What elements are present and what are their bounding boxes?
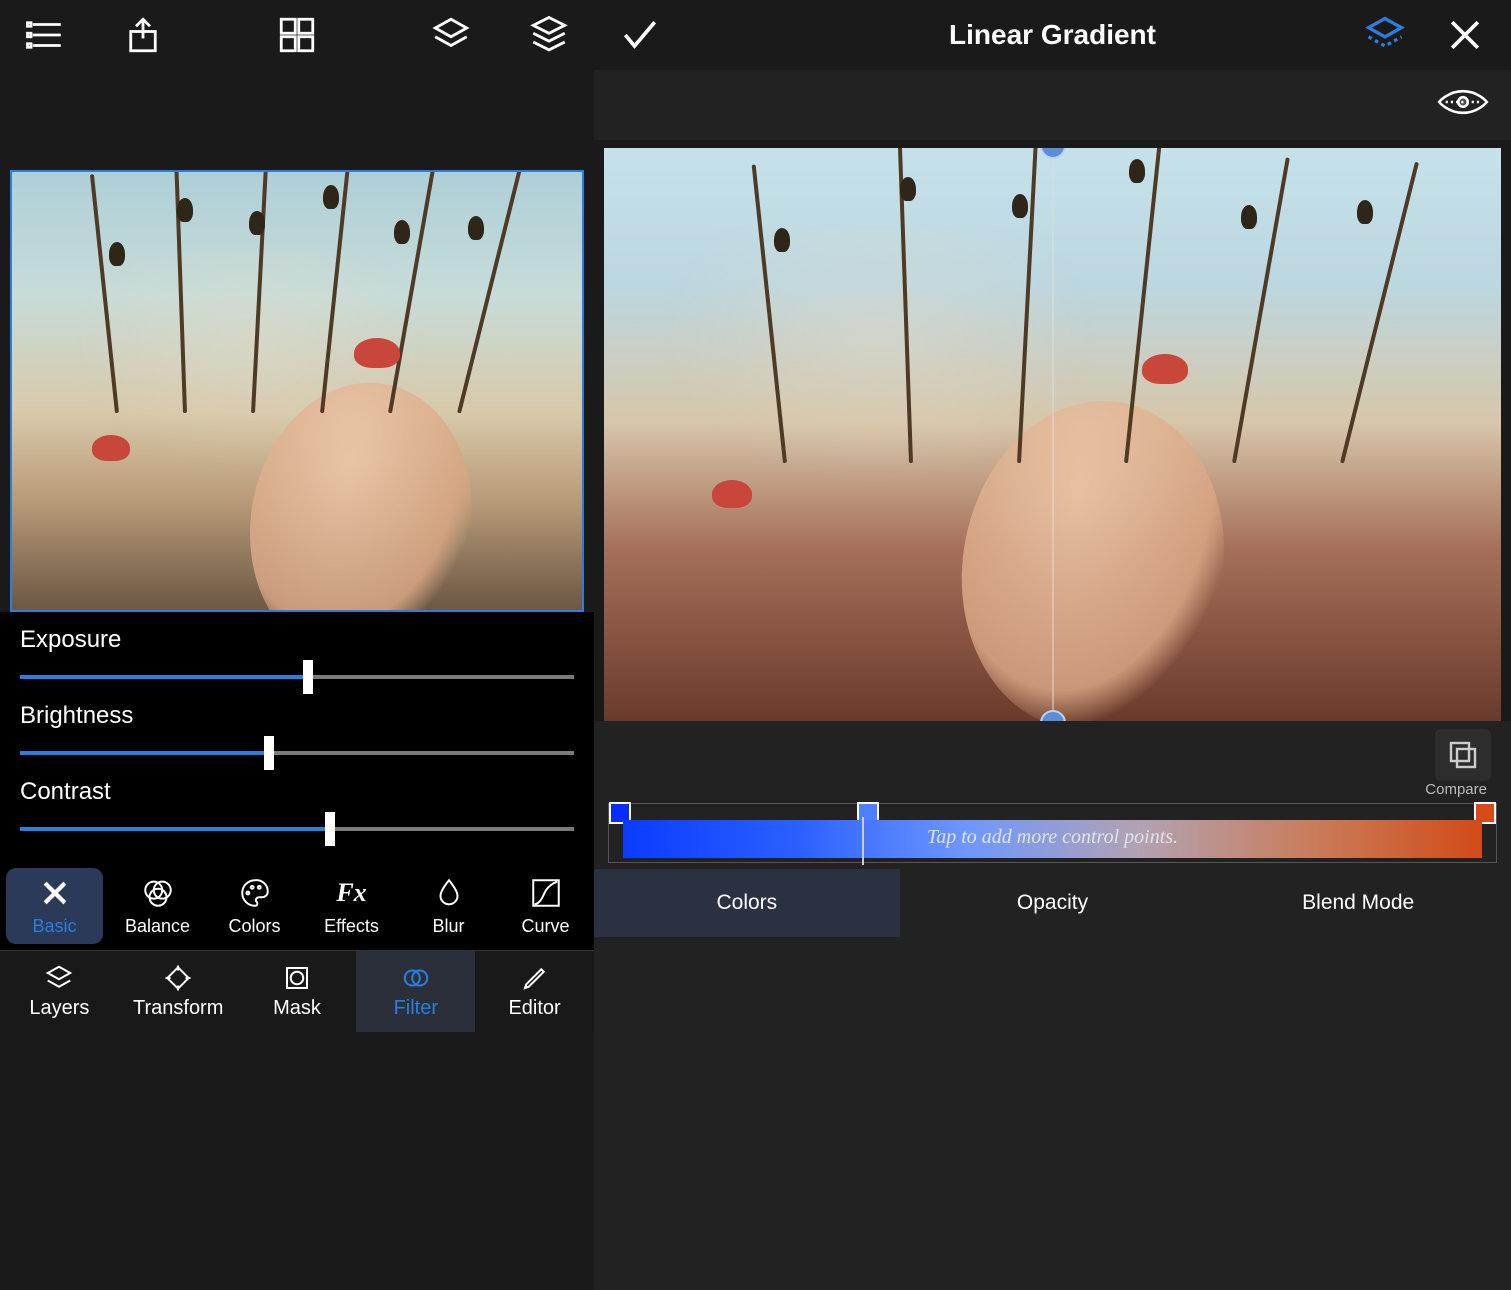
rtab-label: Colors (716, 891, 777, 915)
right-toolbar: Linear Gradient (594, 0, 1511, 70)
layers-icon (44, 963, 74, 993)
gradient-canvas[interactable] (604, 148, 1501, 721)
tab-layers[interactable]: Layers (0, 951, 119, 1032)
tab-opacity[interactable]: Opacity (900, 869, 1206, 937)
image-canvas[interactable] (10, 170, 584, 612)
left-toolbar (0, 0, 594, 70)
visibility-eye-icon[interactable] (1437, 80, 1489, 124)
pencil-icon (520, 963, 550, 993)
filter-category-tabs: Basic Balance Colors Fx Effects Blur Cur… (0, 862, 594, 950)
filter-tab-basic[interactable]: Basic (6, 868, 103, 944)
compare-area (594, 721, 1511, 783)
gradient-hint-text: Tap to add more control points. (609, 826, 1496, 849)
close-x-icon (38, 876, 72, 910)
transform-icon (163, 963, 193, 993)
grid-icon[interactable] (276, 13, 318, 57)
main-bottom-tabs: Layers Transform Mask Filter Editor (0, 950, 594, 1032)
filter-tab-colors[interactable]: Colors (206, 862, 303, 950)
slider-label: Exposure (20, 626, 574, 654)
gradient-property-tabs: Colors Opacity Blend Mode (594, 869, 1511, 937)
tab-blend-mode[interactable]: Blend Mode (1205, 869, 1511, 937)
filter-tab-label: Balance (125, 916, 190, 937)
gradient-strip-editor: Tap to add more control points. (594, 799, 1511, 869)
visibility-row (594, 70, 1511, 140)
layer-stack-multi-icon[interactable] (528, 13, 570, 57)
tab-editor[interactable]: Editor (475, 951, 594, 1032)
balance-icon (141, 876, 175, 910)
rtab-label: Blend Mode (1302, 891, 1414, 915)
exposure-slider[interactable] (20, 664, 574, 690)
tab-label: Layers (29, 997, 89, 1020)
tab-label: Mask (273, 997, 321, 1020)
sliders-panel: Exposure Brightness Contrast (0, 612, 594, 862)
gradient-axis-line[interactable] (1052, 148, 1053, 721)
slider-exposure: Exposure (20, 626, 574, 690)
filter-tab-curve[interactable]: Curve (497, 862, 594, 950)
compare-button[interactable] (1435, 729, 1491, 781)
palette-icon (238, 876, 272, 910)
layer-stack-blue-icon[interactable] (1363, 13, 1407, 57)
list-icon[interactable] (24, 13, 66, 57)
share-icon[interactable] (122, 13, 164, 57)
tab-transform[interactable]: Transform (119, 951, 238, 1032)
rtab-label: Opacity (1017, 891, 1088, 915)
mask-icon (282, 963, 312, 993)
slider-contrast: Contrast (20, 778, 574, 842)
gradient-right-panel: Linear Gradient (594, 0, 1511, 1290)
slider-label: Contrast (20, 778, 574, 806)
tab-label: Editor (508, 997, 560, 1020)
contrast-slider[interactable] (20, 816, 574, 842)
filter-tab-balance[interactable]: Balance (109, 862, 206, 950)
layer-stack-icon[interactable] (430, 13, 472, 57)
fx-icon: Fx (335, 876, 369, 910)
filter-tab-label: Colors (228, 916, 280, 937)
brightness-slider[interactable] (20, 740, 574, 766)
tab-mask[interactable]: Mask (238, 951, 357, 1032)
slider-brightness: Brightness (20, 702, 574, 766)
slider-label: Brightness (20, 702, 574, 730)
right-canvas-area (594, 140, 1511, 721)
tab-label: Filter (394, 997, 438, 1020)
filter-tab-label: Basic (32, 916, 76, 937)
gradient-strip[interactable]: Tap to add more control points. (608, 803, 1497, 863)
filter-tab-label: Blur (432, 916, 464, 937)
filter-icon (401, 963, 431, 993)
filter-tab-label: Curve (521, 916, 569, 937)
filter-tab-label: Effects (324, 916, 379, 937)
tab-filter[interactable]: Filter (356, 951, 475, 1032)
left-canvas-area (0, 70, 594, 612)
tab-colors[interactable]: Colors (594, 869, 900, 937)
editor-left-panel: Exposure Brightness Contrast Basic Balan… (0, 0, 594, 1290)
compare-label: Compare (1425, 781, 1487, 798)
tab-label: Transform (133, 997, 223, 1020)
close-icon[interactable] (1443, 13, 1487, 57)
filter-tab-blur[interactable]: Blur (400, 862, 497, 950)
filter-tab-effects[interactable]: Fx Effects (303, 862, 400, 950)
drop-icon (432, 876, 466, 910)
compare-icon (1445, 737, 1481, 773)
curve-icon (529, 876, 563, 910)
panel-title: Linear Gradient (949, 19, 1156, 51)
confirm-check-icon[interactable] (618, 13, 662, 57)
